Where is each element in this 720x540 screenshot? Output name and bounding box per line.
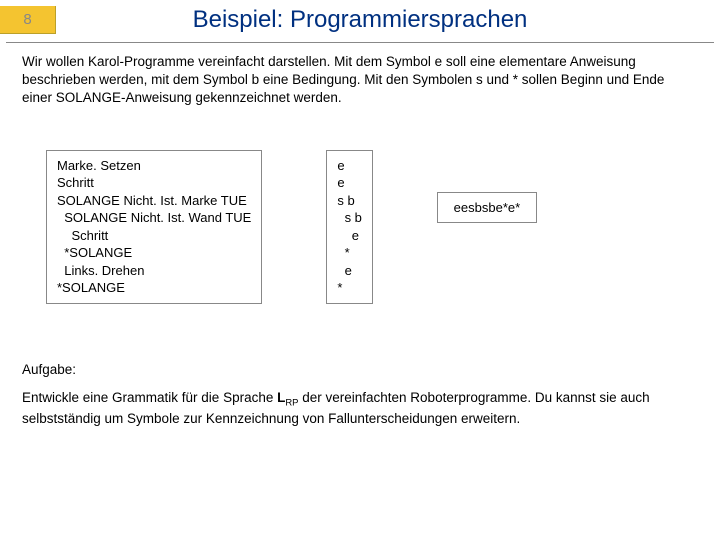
code-box-symbols: e e s b s b e * e * bbox=[326, 150, 373, 304]
header: 8 Beispiel: Programmiersprachen bbox=[0, 0, 720, 40]
code-box-karol: Marke. Setzen Schritt SOLANGE Nicht. Ist… bbox=[46, 150, 262, 304]
code-boxes-row: Marke. Setzen Schritt SOLANGE Nicht. Ist… bbox=[0, 108, 720, 304]
task-body: Entwickle eine Grammatik für die Sprache… bbox=[0, 377, 720, 429]
intro-paragraph: Wir wollen Karol-Programme vereinfacht d… bbox=[0, 43, 720, 108]
code-box-string: eesbsbe*e* bbox=[437, 192, 537, 224]
task-label: Aufgabe: bbox=[0, 304, 720, 377]
task-text-pre: Entwickle eine Grammatik für die Sprache bbox=[22, 390, 277, 405]
page-title: Beispiel: Programmiersprachen bbox=[56, 6, 720, 34]
page-number-badge: 8 bbox=[0, 6, 56, 34]
task-lang-subscript: RP bbox=[285, 398, 298, 409]
